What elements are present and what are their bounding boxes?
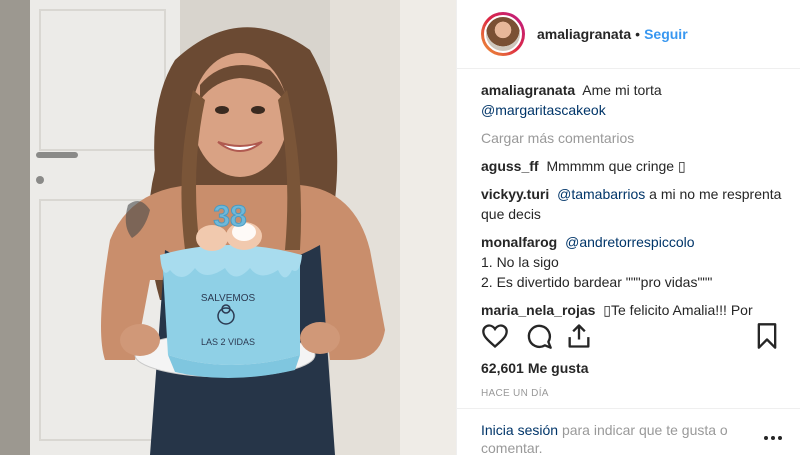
comment-item: vickyy.turi @tamabarrios a mi no me resp… [481, 184, 784, 224]
post-timestamp[interactable]: HACE UN DÍA [481, 388, 549, 399]
comment-footer: Inicia sesión para indicar que te gusta … [457, 408, 800, 456]
comment-item: aguss_ff Mmmmm que cringe ▯ [481, 156, 784, 176]
photo-illustration: 38 SALVEMOS LAS 2 VIDAS [0, 0, 456, 455]
login-link[interactable]: Inicia sesión [481, 422, 558, 438]
comment-item: monalfarog @andretorrespiccolo 1. No la … [481, 232, 784, 292]
load-more-comments-button[interactable]: Cargar más comentarios [481, 128, 784, 148]
comment-line: 2. Es divertido bardear """pro vidas""" [481, 274, 713, 290]
instagram-post: 38 SALVEMOS LAS 2 VIDAS amaliagranata • … [0, 0, 800, 456]
comment-username[interactable]: monalfarog [481, 234, 557, 250]
cake-text-top: SALVEMOS [201, 293, 256, 304]
follow-button[interactable]: Seguir [644, 26, 688, 42]
comment-mention[interactable]: @tamabarrios [557, 186, 645, 202]
action-bar [481, 322, 781, 352]
likes-count[interactable]: 62,601 Me gusta [481, 360, 589, 376]
comment-line: 1. No la sigo [481, 254, 559, 270]
door-handle [36, 152, 78, 158]
caption-mention[interactable]: @margaritascakeok [481, 102, 606, 118]
header-username[interactable]: amaliagranata [537, 26, 631, 42]
likes-number: 62,601 [481, 360, 524, 376]
header-separator: • [635, 26, 641, 42]
likes-label: Me gusta [527, 360, 589, 376]
caption-text: Ame mi torta [582, 82, 662, 98]
comment-username[interactable]: vickyy.turi [481, 186, 549, 202]
candle-number: 38 [213, 200, 246, 233]
comment-username[interactable]: maria_nela_rojas [481, 302, 595, 318]
comment-text: Mmmmm que cringe ▯ [546, 158, 686, 174]
caption-username[interactable]: amaliagranata [481, 82, 575, 98]
caption: amaliagranata Ame mi torta @margaritasca… [481, 80, 784, 120]
comment-mention[interactable]: @andretorrespiccolo [565, 234, 694, 250]
share-icon[interactable] [565, 322, 593, 350]
post-header: amaliagranata • Seguir [457, 0, 800, 69]
avatar[interactable] [481, 12, 525, 56]
comment-text: ▯Te felicito Amalia!!! Por [603, 302, 753, 318]
comment-icon[interactable] [525, 322, 553, 350]
more-options-icon[interactable] [764, 434, 784, 442]
login-prompt: Inicia sesión para indicar que te gusta … [481, 421, 753, 457]
bookmark-icon[interactable] [753, 322, 781, 350]
post-sidebar: amaliagranata • Seguir amaliagranata Ame… [456, 0, 800, 456]
cake-text-bottom: LAS 2 VIDAS [201, 337, 255, 347]
heart-icon[interactable] [481, 322, 509, 350]
post-photo[interactable]: 38 SALVEMOS LAS 2 VIDAS [0, 0, 456, 455]
comments-list: amaliagranata Ame mi torta @margaritasca… [481, 80, 784, 328]
avatar-image [484, 15, 522, 53]
comment-item: maria_nela_rojas ▯Te felicito Amalia!!! … [481, 300, 784, 320]
comment-username[interactable]: aguss_ff [481, 158, 539, 174]
